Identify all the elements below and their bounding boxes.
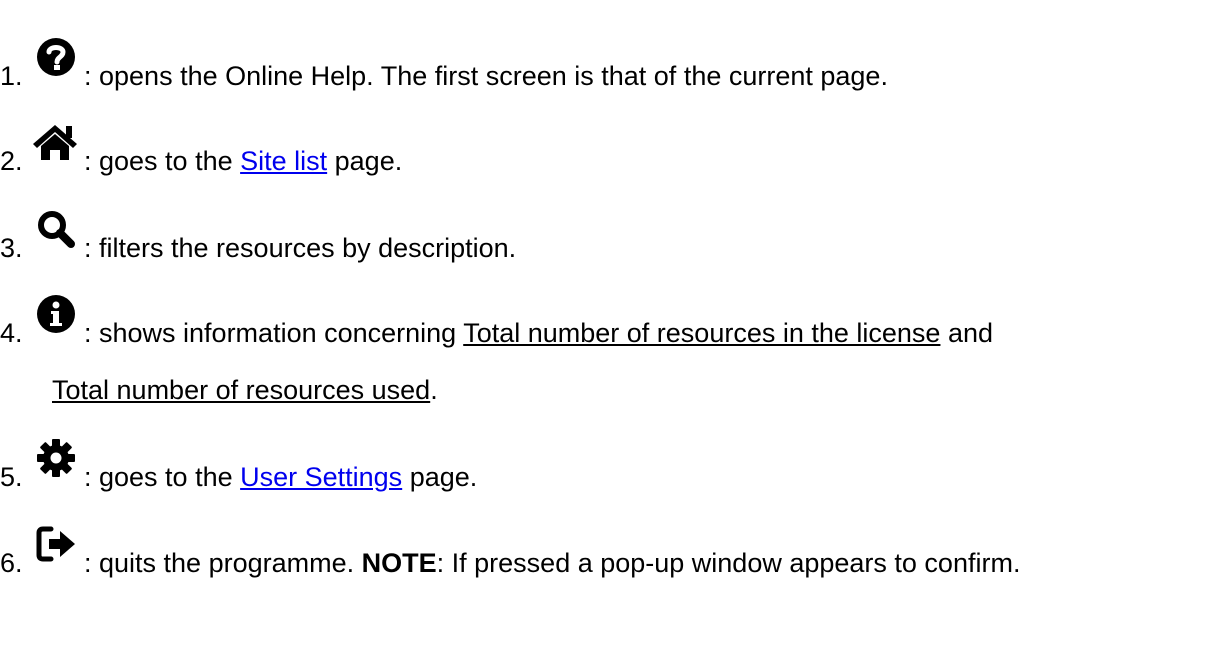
item-text: and — [940, 318, 994, 348]
item-description: : filters the resources by description. — [84, 233, 517, 263]
item-text: page. — [327, 146, 403, 176]
total-resources-used-term: Total number of resources used — [52, 375, 431, 405]
item-text: : goes to the — [84, 462, 241, 492]
item-description: : opens the Online Help. The first scree… — [84, 61, 888, 91]
item-text: : goes to the — [84, 146, 241, 176]
item-description-continued: Total number of resources used. — [52, 375, 438, 405]
item-text: . — [430, 375, 438, 405]
item-description: : goes to the Site list page. — [84, 146, 402, 176]
item-number: 2. — [0, 146, 23, 176]
info-circle-icon — [37, 295, 75, 333]
item-number: 1. — [0, 61, 23, 91]
sign-out-icon — [36, 526, 75, 562]
user-settings-link[interactable]: User Settings — [240, 462, 402, 492]
item-number: 5. — [0, 462, 23, 492]
item-description: : goes to the User Settings page. — [84, 462, 477, 492]
item-text: : quits the programme. — [84, 548, 362, 578]
item-text: page. — [402, 462, 478, 492]
total-resources-license-term: Total number of resources in the license — [463, 318, 941, 348]
home-icon — [33, 125, 77, 160]
site-list-link[interactable]: Site list — [240, 146, 327, 176]
item-number: 4. — [0, 318, 23, 348]
item-number: 6. — [0, 548, 23, 578]
item-description: : shows information concerning Total num… — [84, 318, 993, 348]
note-label: NOTE — [361, 548, 437, 578]
gear-icon — [37, 439, 75, 477]
item-text: : If pressed a pop-up window appears to … — [436, 548, 1021, 578]
item-description: : quits the programme. NOTE: If pressed … — [84, 548, 1020, 578]
question-circle-icon — [37, 38, 75, 76]
search-icon — [38, 211, 75, 248]
item-number: 3. — [0, 233, 23, 263]
item-text: : shows information concerning — [84, 318, 464, 348]
